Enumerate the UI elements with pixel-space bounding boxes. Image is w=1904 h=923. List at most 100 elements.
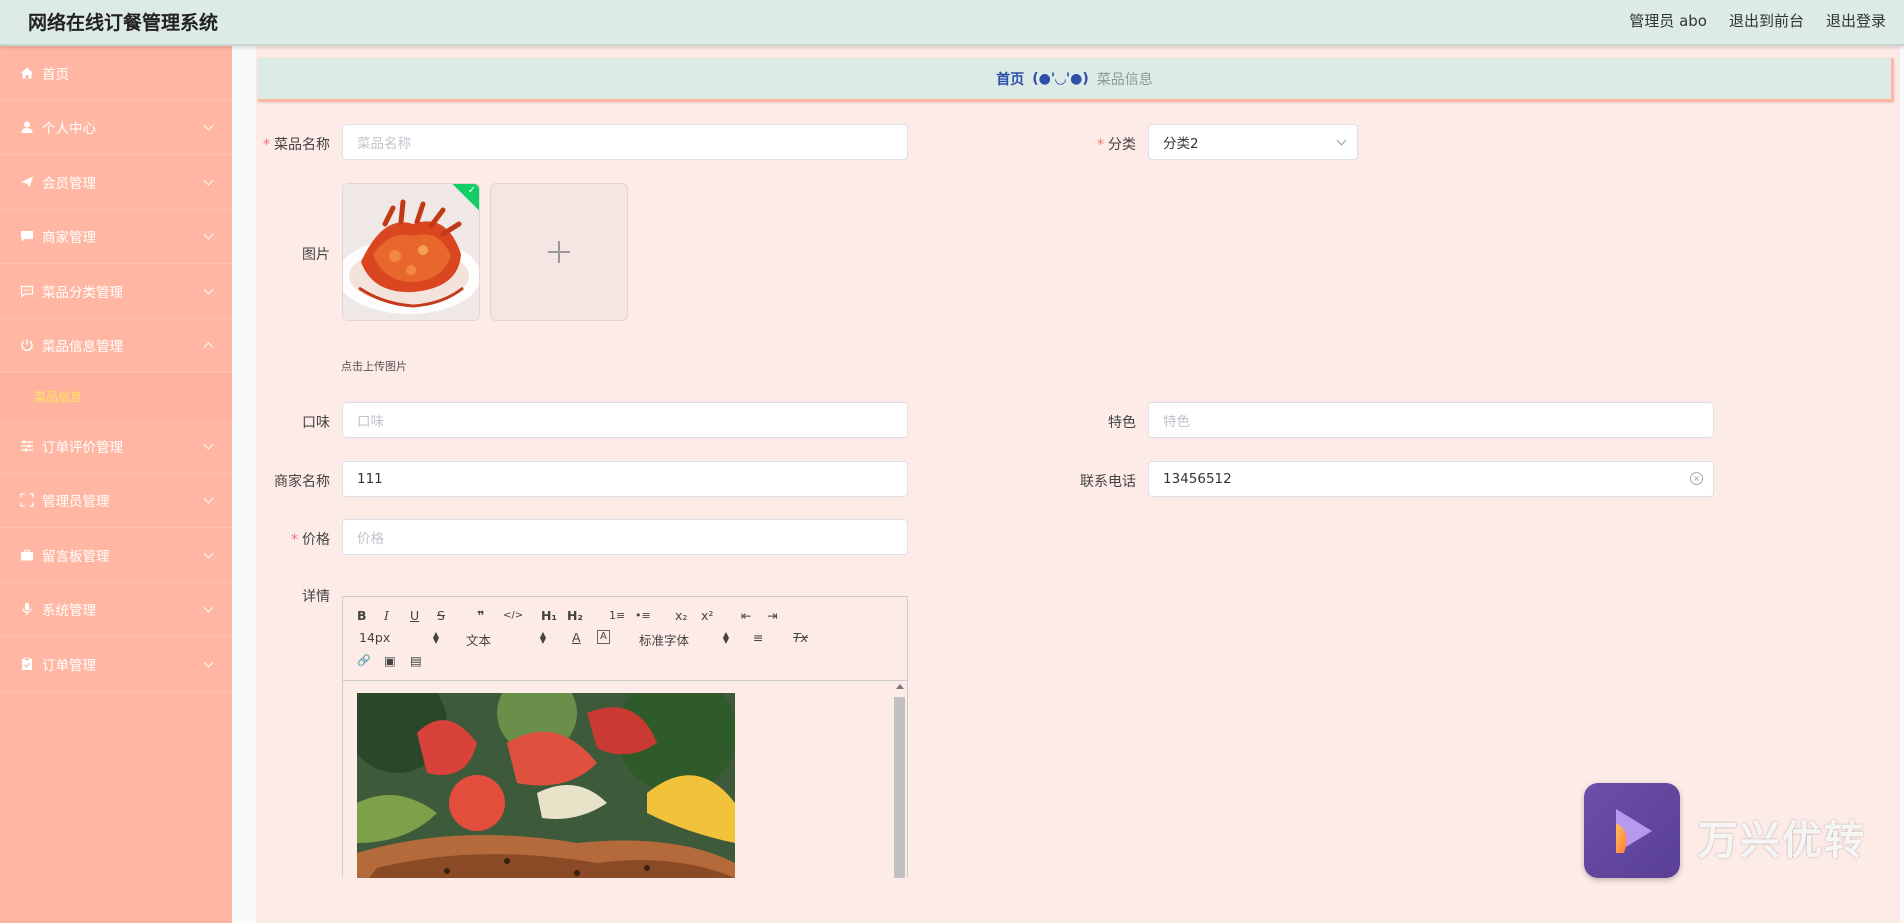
code-button[interactable]: </>	[503, 608, 523, 624]
updown-icon: ▲ ▼	[539, 630, 546, 645]
breadcrumb-current: 菜品信息	[1096, 71, 1153, 88]
sidebar-item-merchants[interactable]: 商家管理	[0, 210, 232, 264]
link-button[interactable]: 🔗	[357, 653, 371, 669]
breadcrumb-home[interactable]: 首页	[996, 69, 1024, 89]
scroll-up-icon[interactable]	[896, 684, 904, 689]
sliders-icon	[20, 439, 34, 453]
italic-button[interactable]: I	[384, 608, 389, 624]
check-icon: ✓	[467, 185, 476, 196]
sidebar-item-admins[interactable]: 管理员管理	[0, 474, 232, 528]
sidebar-item-label: 菜品分类管理	[42, 284, 123, 301]
image-label: 图片	[302, 247, 330, 263]
chevron-down-icon	[203, 548, 214, 559]
underline-button[interactable]: U	[410, 608, 419, 624]
header-select[interactable]: 文本 ▲ ▼	[466, 630, 546, 649]
clear-format-button[interactable]: Tx	[793, 630, 808, 646]
chevron-down-icon	[1336, 135, 1347, 146]
merchant-name-input[interactable]: 111	[342, 461, 908, 497]
fullscreen-icon	[20, 493, 34, 507]
microphone-icon	[20, 602, 34, 616]
editor-content[interactable]	[343, 681, 907, 878]
power-icon	[20, 338, 34, 352]
sidebar-item-label: 订单管理	[42, 657, 96, 674]
price-input[interactable]: 价格	[342, 519, 908, 555]
price-label: * 价格	[291, 532, 330, 548]
sidebar: 首页 个人中心 会员管理 商家管理 菜品分类管理 菜品信息管理 菜品信息 订单评…	[0, 46, 232, 923]
sidebar-item-message-board[interactable]: 留言板管理	[0, 528, 232, 583]
image-button[interactable]: ▣	[384, 653, 396, 669]
subscript-button[interactable]: x₂	[675, 608, 687, 624]
rich-text-editor: B I U S ❞ </> H₁ H₂ 1≡ •≡ x₂ x² ⇤ ⇥ 14px…	[342, 596, 908, 878]
font-size-select[interactable]: 14px ▲ ▼	[359, 630, 439, 645]
play-logo-icon	[1616, 808, 1652, 853]
updown-icon: ▲ ▼	[432, 630, 439, 645]
logout-link[interactable]: 退出登录	[1826, 10, 1886, 31]
category-label: * 分类	[1097, 137, 1136, 153]
sidebar-subitem-dish-info[interactable]: 菜品信息	[0, 373, 232, 419]
briefcase-icon	[20, 548, 34, 562]
category-select[interactable]: 分类2	[1148, 124, 1358, 160]
sidebar-item-dish-categories[interactable]: 菜品分类管理	[0, 264, 232, 319]
outdent-button[interactable]: ⇤	[741, 608, 751, 624]
quote-button[interactable]: ❞	[477, 608, 484, 624]
send-icon	[20, 175, 34, 189]
bold-button[interactable]: B	[357, 608, 367, 624]
ordered-list-button[interactable]: 1≡	[609, 608, 625, 624]
strike-button[interactable]: S	[437, 608, 445, 624]
dish-name-input[interactable]: 菜品名称	[342, 124, 908, 160]
back-to-front-link[interactable]: 退出到前台	[1729, 10, 1804, 31]
dish-thumbnail	[343, 184, 479, 320]
chevron-down-icon	[203, 439, 214, 450]
sidebar-item-home[interactable]: 首页	[0, 46, 232, 101]
h1-button[interactable]: H₁	[541, 608, 557, 624]
sidebar-item-label: 留言板管理	[42, 548, 110, 565]
h2-button[interactable]: H₂	[567, 608, 583, 624]
clear-icon[interactable]: ×	[1690, 472, 1703, 485]
sidebar-item-orders[interactable]: 订单管理	[0, 637, 232, 692]
phone-input[interactable]: 13456512 ×	[1148, 461, 1714, 497]
merchant-name-label: 商家名称	[274, 474, 330, 490]
phone-label: 联系电话	[1080, 474, 1136, 490]
chevron-down-icon	[203, 657, 214, 668]
sidebar-item-system[interactable]: 系统管理	[0, 583, 232, 637]
add-image-button[interactable]	[490, 183, 628, 321]
video-button[interactable]: ▤	[410, 653, 422, 669]
sidebar-item-label: 管理员管理	[42, 494, 110, 511]
taste-label: 口味	[302, 415, 330, 431]
text-color-button[interactable]: A	[572, 630, 581, 646]
dish-name-label: * 菜品名称	[263, 137, 330, 153]
scrollbar-thumb[interactable]	[894, 697, 905, 878]
chevron-down-icon	[203, 229, 214, 240]
font-family-select[interactable]: 标准字体 ▲ ▼	[639, 630, 729, 649]
sidebar-item-label: 订单评价管理	[42, 439, 123, 456]
bullet-list-button[interactable]: •≡	[635, 608, 651, 624]
sidebar-item-profile[interactable]: 个人中心	[0, 101, 232, 155]
app-title: 网络在线订餐管理系统	[28, 12, 219, 34]
sidebar-item-label: 会员管理	[42, 175, 96, 192]
superscript-button[interactable]: x²	[701, 608, 713, 624]
detail-label: 详情	[302, 589, 330, 605]
align-button[interactable]: ≡	[753, 630, 763, 646]
sidebar-item-dish-info[interactable]: 菜品信息管理	[0, 319, 232, 373]
upload-tip: 点击上传图片	[341, 360, 407, 373]
chat-icon	[20, 284, 34, 298]
clipboard-icon	[20, 657, 34, 671]
sidebar-item-label: 商家管理	[42, 230, 96, 247]
message-icon	[20, 229, 34, 243]
sidebar-item-label: 系统管理	[42, 603, 96, 620]
sidebar-item-order-reviews[interactable]: 订单评价管理	[0, 419, 232, 474]
breadcrumb: 首页 (●'◡'●) 菜品信息	[258, 58, 1894, 102]
chevron-down-icon	[203, 175, 214, 186]
background-color-button[interactable]: A	[597, 630, 610, 644]
sidebar-item-members[interactable]: 会员管理	[0, 155, 232, 210]
chevron-up-icon	[203, 342, 214, 353]
uploaded-dish-image[interactable]: ✓	[342, 183, 480, 321]
taste-input[interactable]: 口味	[342, 402, 908, 438]
home-icon	[20, 66, 34, 80]
feature-input[interactable]: 特色	[1148, 402, 1714, 438]
user-icon	[20, 120, 34, 134]
sidebar-subitem-label: 菜品信息	[34, 389, 83, 404]
indent-button[interactable]: ⇥	[767, 608, 777, 624]
top-actions: 管理员 abo 退出到前台 退出登录	[1629, 10, 1886, 31]
top-bar: 网络在线订餐管理系统 管理员 abo 退出到前台 退出登录	[0, 0, 1904, 46]
